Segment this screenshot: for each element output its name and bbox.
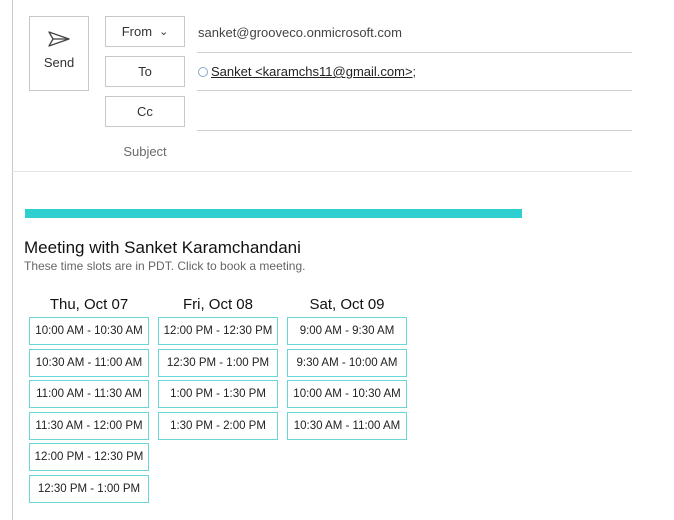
- time-slot[interactable]: 12:00 PM - 12:30 PM: [29, 443, 149, 471]
- from-divider: [197, 52, 632, 53]
- chevron-down-icon: ⌄: [159, 26, 169, 38]
- subject-field-line[interactable]: [12, 171, 632, 172]
- day-header: Thu, Oct 07: [49, 296, 129, 313]
- time-slot[interactable]: 11:00 AM - 11:30 AM: [29, 380, 149, 408]
- meeting-subtitle: These time slots are in PDT. Click to bo…: [24, 259, 306, 273]
- recipient-separator: ;: [412, 64, 417, 79]
- day-column-sat: Sat, Oct 09 9:00 AM - 9:30 AM 9:30 AM - …: [287, 295, 407, 443]
- to-field-line[interactable]: [197, 90, 632, 91]
- from-button[interactable]: From ⌄: [105, 16, 185, 47]
- compose-header: Send From ⌄ sanket@grooveco.onmicrosoft.…: [12, 0, 632, 172]
- cc-field-line[interactable]: [197, 130, 632, 131]
- time-slot[interactable]: 12:00 PM - 12:30 PM: [158, 317, 278, 345]
- time-slot[interactable]: 10:00 AM - 10:30 AM: [287, 380, 407, 408]
- time-slot[interactable]: 12:30 PM - 1:00 PM: [158, 348, 278, 377]
- day-header: Sat, Oct 09: [309, 296, 385, 313]
- from-label: From: [121, 24, 153, 39]
- accent-bar: [25, 209, 522, 218]
- time-slot[interactable]: 1:30 PM - 2:00 PM: [158, 411, 278, 440]
- send-button[interactable]: Send: [29, 16, 89, 91]
- time-slot[interactable]: 11:30 AM - 12:00 PM: [29, 411, 149, 440]
- time-slot[interactable]: 10:30 AM - 11:00 AM: [287, 411, 407, 440]
- cc-label: Cc: [137, 104, 153, 119]
- day-column-thu: Thu, Oct 07 10:00 AM - 10:30 AM 10:30 AM…: [29, 295, 149, 506]
- recipient-name[interactable]: Sanket <karamchs11@gmail.com>: [211, 64, 413, 79]
- time-slot[interactable]: 9:00 AM - 9:30 AM: [287, 317, 407, 345]
- presence-icon: [198, 66, 208, 77]
- day-column-fri: Fri, Oct 08 12:00 PM - 12:30 PM 12:30 PM…: [158, 295, 278, 443]
- time-slot[interactable]: 10:00 AM - 10:30 AM: [29, 317, 149, 345]
- time-slot[interactable]: 1:00 PM - 1:30 PM: [158, 380, 278, 408]
- to-button[interactable]: To: [105, 56, 185, 87]
- time-slot[interactable]: 12:30 PM - 1:00 PM: [29, 474, 149, 503]
- to-recipient[interactable]: Sanket <karamchs11@gmail.com> ;: [198, 64, 416, 79]
- from-value: sanket@grooveco.onmicrosoft.com: [198, 25, 402, 40]
- meeting-title: Meeting with Sanket Karamchandani: [24, 238, 301, 257]
- to-label: To: [138, 64, 152, 79]
- time-slot[interactable]: 10:30 AM - 11:00 AM: [29, 348, 149, 377]
- subject-label: Subject: [123, 144, 167, 159]
- send-icon: [48, 31, 70, 47]
- cc-button[interactable]: Cc: [105, 96, 185, 127]
- day-header: Fri, Oct 08: [182, 296, 253, 313]
- send-label: Send: [43, 55, 75, 70]
- time-slot[interactable]: 9:30 AM - 10:00 AM: [287, 348, 407, 377]
